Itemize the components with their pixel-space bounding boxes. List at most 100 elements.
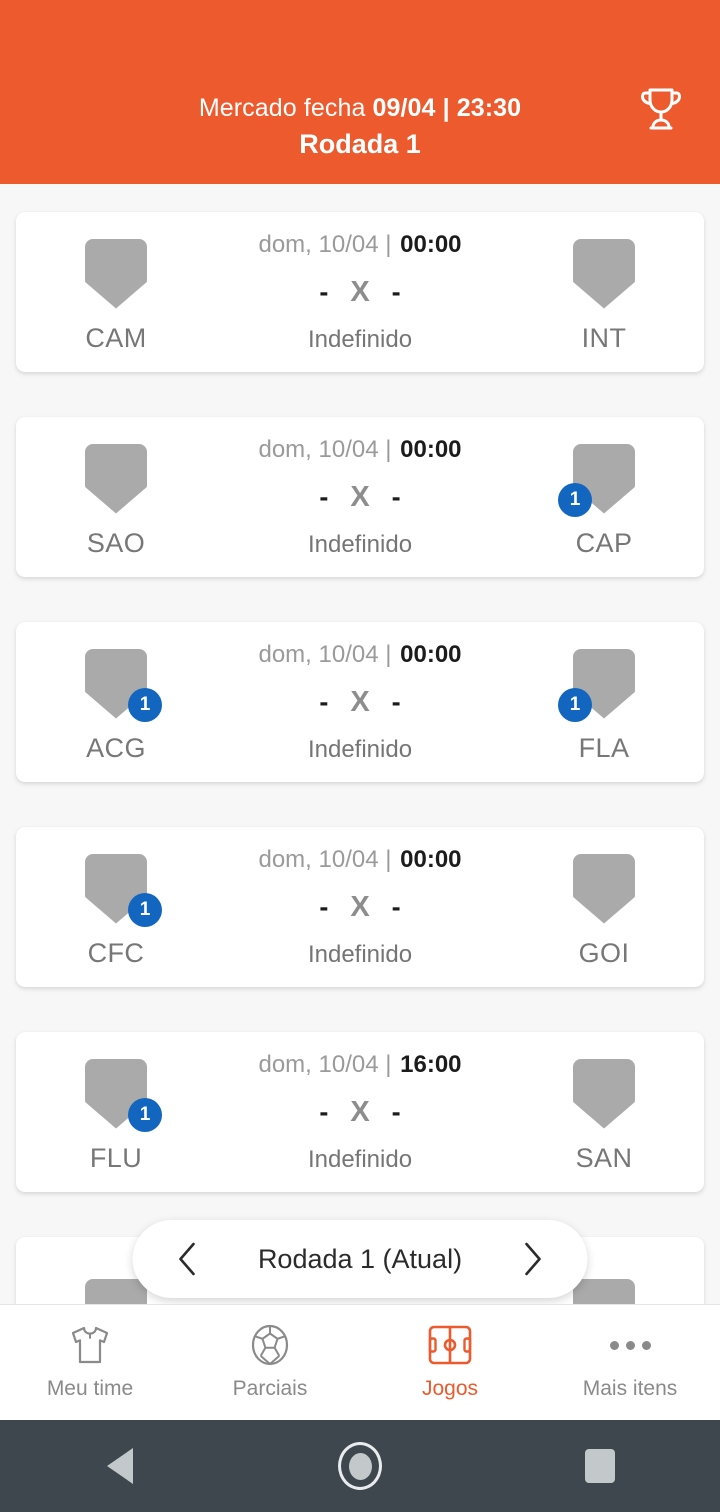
match-datetime: dom, 10/04 | 16:00	[258, 1051, 461, 1079]
home-crest-wrap: 1	[85, 853, 162, 927]
versus-label: X	[350, 890, 370, 923]
home-team[interactable]: 1 FLU	[16, 1051, 216, 1174]
match-time: 00:00	[400, 230, 462, 258]
away-team-abbr: FLA	[578, 732, 630, 763]
home-team[interactable]: CAM	[16, 231, 216, 354]
tab-meu-time[interactable]: Meu time	[0, 1324, 180, 1401]
home-goals: -	[319, 276, 329, 307]
app-header: Mercado fecha 09/04 | 23:30 Rodada 1	[0, 0, 720, 184]
match-card[interactable]: CAM dom, 10/04 | 00:00 - X - Indefinido	[16, 212, 704, 372]
match-score: - X -	[319, 686, 400, 719]
away-crest-wrap	[573, 853, 635, 924]
away-team[interactable]: 1 FLA	[504, 641, 704, 764]
tab-jogos[interactable]: Jogos	[360, 1324, 540, 1401]
ellipsis-dot	[641, 1340, 651, 1350]
home-team-abbr: CAM	[85, 322, 147, 353]
round-title: Rodada 1	[299, 129, 421, 160]
away-crest-wrap	[573, 1279, 635, 1304]
home-badge: 1	[128, 687, 162, 722]
tab-parciais[interactable]: Parciais	[180, 1324, 360, 1401]
match-status: Indefinido	[307, 325, 413, 353]
match-date: dom, 10/04 |	[258, 640, 399, 668]
away-team-abbr: GOI	[578, 937, 630, 968]
away-crest-wrap	[573, 1058, 635, 1129]
match-datetime: dom, 10/04 | 00:00	[258, 231, 461, 259]
away-team[interactable]: SAN	[504, 1051, 704, 1174]
away-team[interactable]: INT	[504, 231, 704, 354]
away-goals: -	[391, 481, 401, 512]
away-crest-wrap: 1	[558, 443, 635, 517]
chevron-right-icon[interactable]	[512, 1238, 554, 1280]
match-date: dom, 10/04 |	[258, 845, 399, 873]
home-badge: 1	[128, 1097, 162, 1132]
match-card[interactable]: 1 CFC dom, 10/04 | 00:00 - X - Indefinid…	[16, 827, 704, 987]
bottom-tab-bar: Meu time Parciais Jogos Mais itens	[0, 1304, 720, 1420]
shield-icon	[573, 1058, 635, 1129]
home-goals: -	[319, 891, 329, 922]
match-card[interactable]: 1 FLU dom, 10/04 | 16:00 - X - Indefinid…	[16, 1032, 704, 1192]
match-status: Indefinido	[307, 735, 413, 763]
soccer-ball-icon	[250, 1324, 290, 1366]
away-team[interactable]: 1 CAP	[504, 436, 704, 559]
trophy-icon[interactable]	[630, 78, 692, 140]
away-team-abbr: CAP	[575, 527, 633, 558]
chevron-left-icon[interactable]	[167, 1238, 209, 1280]
home-crest-wrap	[85, 443, 147, 514]
tab-label: Jogos	[421, 1377, 479, 1400]
tab-mais-itens[interactable]: Mais itens	[540, 1324, 720, 1401]
match-card[interactable]: SAO dom, 10/04 | 00:00 - X - Indefinido …	[16, 417, 704, 577]
match-center: dom, 10/04 | 00:00 - X - Indefinido	[216, 436, 504, 559]
match-time: 00:00	[400, 435, 462, 463]
shirt-icon	[69, 1324, 111, 1366]
home-team[interactable]: 1 CFC	[16, 846, 216, 969]
away-crest-wrap	[573, 238, 635, 309]
home-team-abbr: ACG	[86, 732, 146, 763]
app-screen: Mercado fecha 09/04 | 23:30 Rodada 1 CAM…	[0, 0, 720, 1512]
ellipsis-dot	[609, 1340, 619, 1350]
home-team-abbr: CFC	[87, 937, 145, 968]
versus-label: X	[350, 480, 370, 513]
match-date: dom, 10/04 |	[258, 230, 399, 258]
home-goals: -	[319, 686, 329, 717]
shield-icon	[573, 1279, 635, 1304]
recents-square-icon	[585, 1449, 615, 1483]
system-back-button[interactable]	[65, 1420, 175, 1512]
away-crest-wrap: 1	[558, 648, 635, 722]
away-team-abbr: SAN	[575, 1142, 633, 1173]
shield-icon	[85, 238, 147, 309]
match-date: dom, 10/04 |	[258, 1050, 399, 1078]
system-recents-button[interactable]	[545, 1420, 655, 1512]
home-goals: -	[319, 481, 329, 512]
round-selector[interactable]: Rodada 1 (Atual)	[132, 1220, 588, 1298]
versus-label: X	[350, 275, 370, 308]
match-score: - X -	[319, 891, 400, 924]
match-list[interactable]: CAM dom, 10/04 | 00:00 - X - Indefinido	[0, 184, 720, 1304]
shield-icon	[573, 238, 635, 309]
ellipsis-dot	[625, 1340, 635, 1350]
match-score: - X -	[319, 1096, 400, 1129]
home-team[interactable]: 1 ACG	[16, 641, 216, 764]
away-goals: -	[391, 686, 401, 717]
match-score: - X -	[319, 276, 400, 309]
system-home-button[interactable]	[305, 1420, 415, 1512]
away-team[interactable]: GOI	[504, 846, 704, 969]
match-status: Indefinido	[307, 940, 413, 968]
match-date: dom, 10/04 |	[258, 435, 399, 463]
home-crest-wrap: 1	[85, 1058, 162, 1132]
home-crest-wrap: 1	[85, 648, 162, 722]
away-goals: -	[391, 891, 401, 922]
match-time: 16:00	[400, 1050, 462, 1078]
shield-icon	[85, 443, 147, 514]
match-center: dom, 10/04 | 00:00 - X - Indefinido	[216, 641, 504, 764]
match-card[interactable]: 1 ACG dom, 10/04 | 00:00 - X - Indefinid…	[16, 622, 704, 782]
match-score: - X -	[319, 481, 400, 514]
home-team-abbr: FLU	[89, 1142, 143, 1173]
away-badge: 1	[558, 482, 592, 517]
tab-label: Mais itens	[582, 1377, 678, 1400]
home-badge: 1	[128, 892, 162, 927]
match-time: 00:00	[400, 640, 462, 668]
match-center: dom, 10/04 | 00:00 - X - Indefinido	[216, 846, 504, 969]
home-team[interactable]: SAO	[16, 436, 216, 559]
back-triangle-icon	[107, 1448, 133, 1484]
market-label: Mercado fecha	[198, 94, 366, 123]
